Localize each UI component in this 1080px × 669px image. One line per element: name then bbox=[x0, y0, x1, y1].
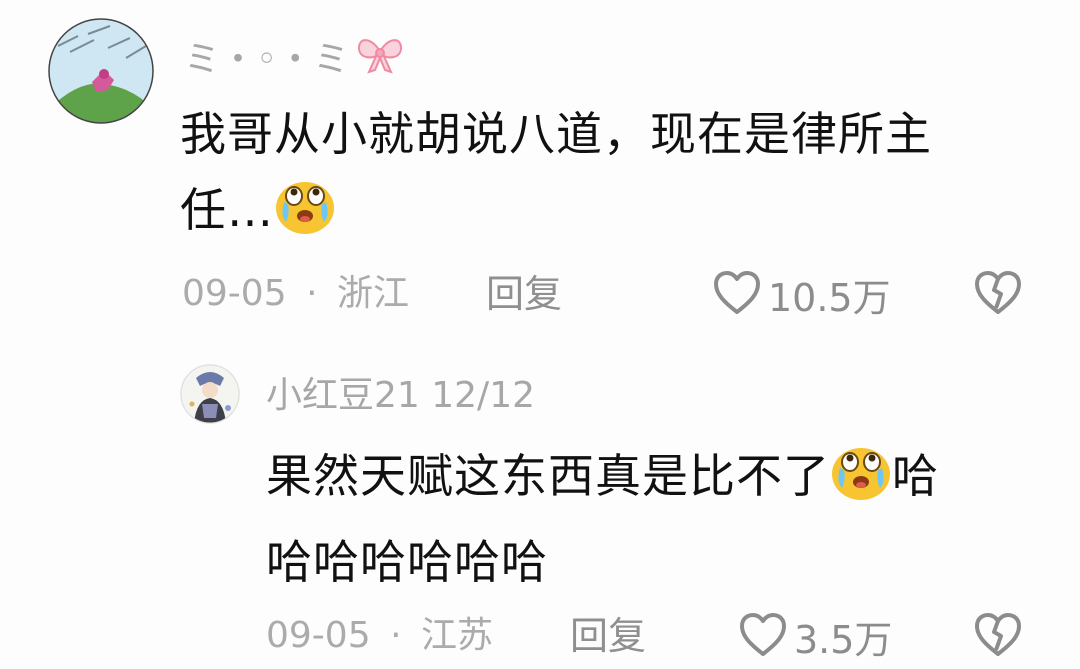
comment-text: 果然天赋这东西真是比不了 哈 哈哈哈哈哈哈 bbox=[266, 438, 1046, 600]
comment-location: 浙江 bbox=[336, 273, 409, 314]
comment-line-1-tail: 哈 bbox=[892, 449, 939, 503]
comment-line-1-text: 果然天赋这东西真是比不了 bbox=[266, 449, 830, 503]
crying-laughing-emoji-icon bbox=[830, 442, 892, 524]
comment-date: 09-05 bbox=[182, 273, 287, 314]
reply-button[interactable]: 回复 bbox=[486, 272, 562, 316]
bow-icon bbox=[355, 32, 405, 87]
username[interactable]: ミ・◦・ミ bbox=[184, 32, 405, 87]
comment-line-2-text: 任… bbox=[180, 183, 274, 237]
comment-date: 09-05 bbox=[266, 615, 371, 656]
broken-heart-icon bbox=[975, 613, 1021, 656]
reply-button[interactable]: 回复 bbox=[570, 614, 646, 658]
like-button[interactable]: 10.5万 bbox=[712, 270, 891, 325]
like-count: 10.5万 bbox=[768, 275, 891, 320]
username-text: ミ・◦・ミ bbox=[184, 38, 350, 80]
like-button[interactable]: 3.5万 bbox=[738, 612, 892, 667]
dislike-button[interactable] bbox=[974, 612, 1022, 662]
crying-laughing-emoji-icon bbox=[274, 176, 336, 258]
avatar[interactable] bbox=[180, 364, 240, 424]
avatar[interactable] bbox=[48, 18, 154, 124]
comment-line-1: 我哥从小就胡说八道，现在是律所主 bbox=[180, 107, 932, 161]
broken-heart-icon bbox=[975, 271, 1021, 314]
comment-thread: ミ・◦・ミ 我哥从小就胡说八道，现在是律所主 任… 09-05 · 浙江 回复 … bbox=[0, 0, 1080, 669]
like-count: 3.5万 bbox=[794, 617, 893, 662]
dislike-button[interactable] bbox=[974, 270, 1022, 320]
comment-meta: 09-05 · 浙江 bbox=[182, 272, 409, 316]
meta-separator: · bbox=[390, 615, 402, 656]
heart-outline-icon bbox=[712, 270, 762, 325]
comment-line-1: 果然天赋这东西真是比不了 哈 bbox=[266, 438, 1046, 524]
meta-separator: · bbox=[306, 273, 318, 314]
comment-text: 我哥从小就胡说八道，现在是律所主 任… bbox=[180, 96, 1020, 258]
comment-location: 江苏 bbox=[420, 615, 493, 656]
heart-outline-icon bbox=[738, 612, 788, 667]
username[interactable]: 小红豆21 12/12 bbox=[266, 374, 535, 418]
comment-line-2: 任… bbox=[180, 172, 1020, 258]
comment-meta: 09-05 · 江苏 bbox=[266, 614, 493, 658]
comment-line-2: 哈哈哈哈哈哈 bbox=[266, 535, 548, 589]
